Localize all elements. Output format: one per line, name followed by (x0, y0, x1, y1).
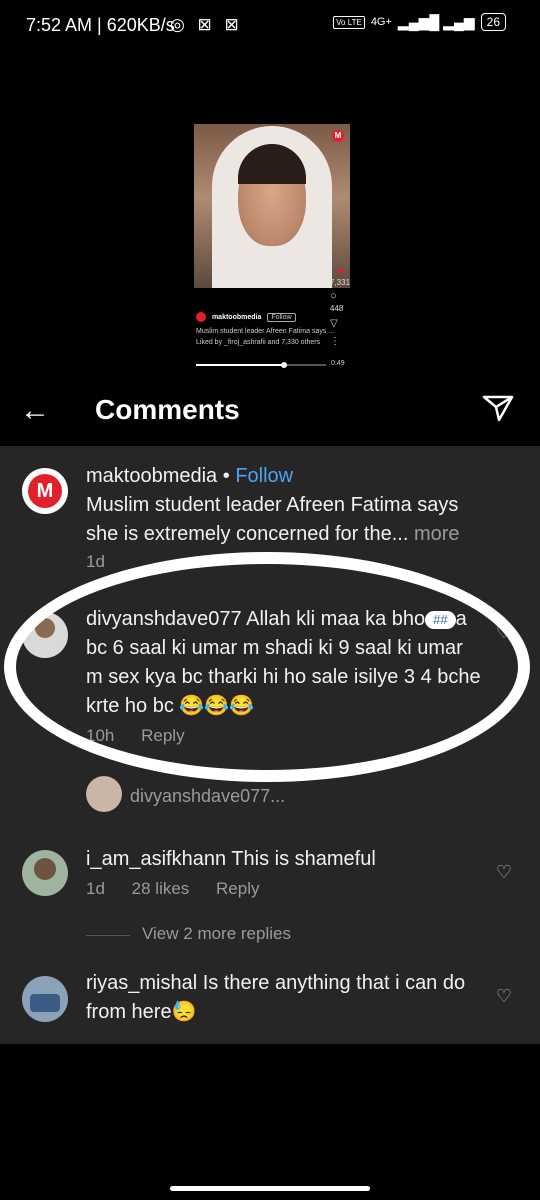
back-arrow-icon[interactable]: ← (20, 394, 50, 428)
signal-icon: ▂▄▆█ ▂▄▆ (397, 13, 475, 30)
avatar-riyas-mishal[interactable] (22, 976, 68, 1022)
notification-icons: ◎ ⊠ ⊠ (170, 15, 243, 34)
avatar-i-am-asifkhann[interactable] (22, 850, 68, 896)
status-time: 7:52 AM | 620KB/s (26, 15, 175, 35)
reply-preview-text[interactable]: divyanshdave077... (130, 786, 285, 807)
video-caption: Muslim student leader Afreen Fatima says… (196, 328, 335, 335)
video-comment-icon[interactable]: ○ (330, 290, 337, 302)
comment-username[interactable]: maktoobmedia (86, 465, 217, 487)
comment-riyas-mishal: riyas_mishal Is there anything that i ca… (86, 969, 481, 1027)
comment-maktoobmedia: maktoobmedia • Follow Muslim student lea… (86, 462, 481, 549)
video-account-name[interactable]: maktoobmedia (212, 314, 261, 321)
video-progress-bar[interactable] (196, 362, 326, 368)
video-brand-logo-icon: M (332, 130, 344, 142)
like-heart-icon[interactable]: ♡ (496, 862, 512, 883)
more-link[interactable]: more (414, 523, 460, 545)
maktoob-logo-icon: M (28, 474, 62, 508)
comment-body: This is shameful (231, 848, 376, 870)
volte-badge: Vo LTE (333, 15, 365, 29)
comment-meta: 1d (86, 552, 127, 572)
network-label: 4G+ (370, 16, 392, 28)
avatar-person-icon (34, 858, 56, 880)
separator-dot: • (222, 465, 230, 487)
comment-meta: 1d 28 likes Reply (86, 879, 282, 899)
comments-header: ← Comments (0, 380, 540, 444)
comment-divyanshdave077: divyanshdave077 Allah kli maa ka bho ## a … (86, 605, 481, 721)
reply-button[interactable]: Reply (216, 879, 259, 898)
comment-body: Muslim student leader Afreen Fatima says… (86, 494, 459, 545)
comment-username[interactable]: i_am_asifkhann (86, 848, 226, 870)
comment-meta: 10h Reply (86, 726, 207, 746)
reply-preview-avatar[interactable] (86, 776, 122, 812)
video-meta: maktoobmedia Follow Muslim student leade… (196, 312, 346, 346)
view-more-replies[interactable]: View 2 more replies (142, 924, 291, 944)
avatar-divyanshdave077[interactable] (22, 612, 68, 658)
video-player[interactable]: M (194, 124, 350, 288)
comment-i-am-asifkhann: i_am_asifkhann This is shameful (86, 845, 481, 874)
like-heart-icon[interactable]: ♡ (496, 622, 512, 643)
video-like-count: 7,331 (330, 278, 351, 287)
comment-likes[interactable]: 28 likes (132, 879, 190, 898)
comment-username[interactable]: riyas_mishal (86, 972, 197, 994)
follow-button[interactable]: Follow (235, 465, 293, 487)
comments-title: Comments (95, 394, 240, 425)
reply-button[interactable]: Reply (141, 726, 184, 745)
like-heart-icon[interactable]: ♡ (496, 986, 512, 1007)
video-progress-fill (196, 364, 285, 366)
status-right: Vo LTE 4G+ ▂▄▆█ ▂▄▆ 26 (333, 13, 506, 31)
comment-time: 1d (86, 552, 105, 571)
avatar-maktoobmedia[interactable]: M (22, 468, 68, 514)
video-progress-knob[interactable] (281, 362, 288, 368)
battery-level: 26 (480, 13, 506, 31)
avatar-group-icon (30, 994, 60, 1012)
view-more-line (86, 935, 130, 936)
video-follow-button[interactable]: Follow (267, 312, 296, 322)
censor-tag: ## (425, 610, 456, 629)
send-icon[interactable] (482, 394, 514, 427)
status-bar: 7:52 AM | 620KB/s ◎ ⊠ ⊠ Vo LTE 4G+ ▂▄▆█ … (0, 0, 540, 52)
video-account-avatar (196, 312, 206, 322)
video-liked-by: Liked by _firoj_ashrafii and 7,330 other… (196, 339, 321, 346)
comment-body-a: Allah kli maa ka bho (246, 608, 426, 630)
video-elapsed: 0:49 (331, 360, 345, 367)
comment-username[interactable]: divyanshdave077 (86, 608, 242, 630)
video-like-heart-icon[interactable]: ♥ (337, 264, 344, 278)
comment-time: 10h (86, 726, 115, 745)
comment-time: 1d (86, 879, 105, 898)
avatar-person-icon (35, 618, 55, 638)
home-indicator[interactable] (170, 1186, 370, 1191)
